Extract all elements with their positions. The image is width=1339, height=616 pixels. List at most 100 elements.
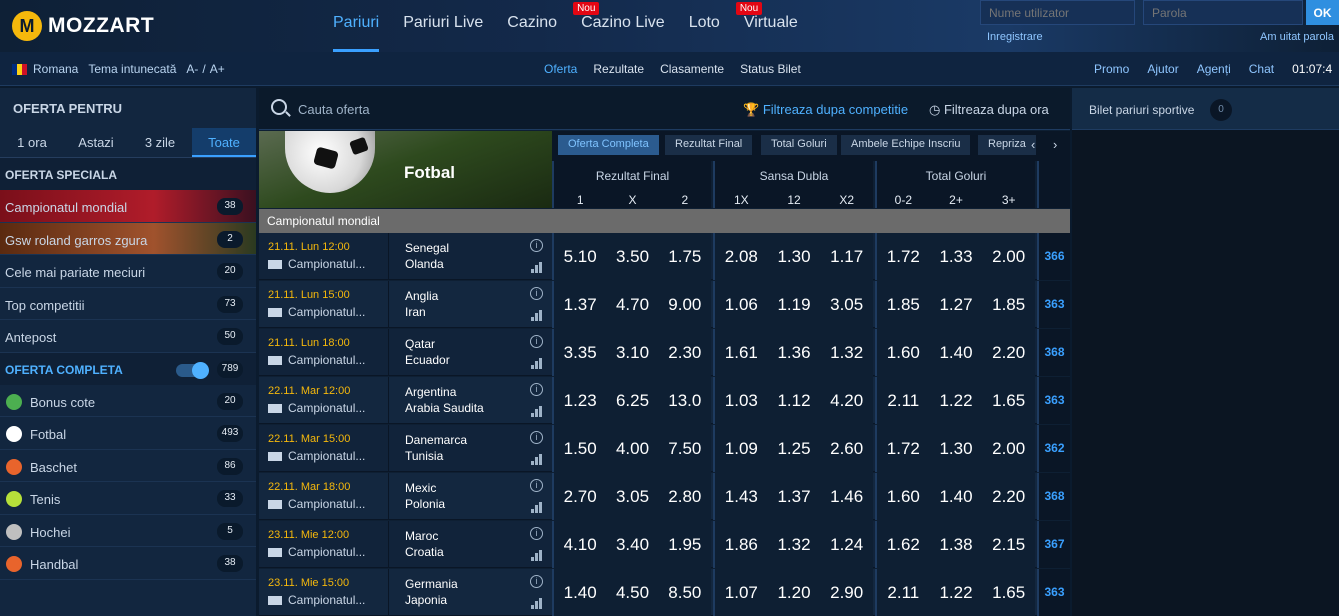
logo[interactable]: M MOZZART [12,10,154,42]
home-team[interactable]: Danemarca [405,433,467,447]
odd-button[interactable]: 6.25 [606,377,658,424]
odd-button[interactable]: 1.24 [820,521,873,568]
odd-button[interactable]: 4.20 [820,377,873,424]
sport-item[interactable]: Handbal 38 [0,547,256,580]
filter-competition-button[interactable]: 🏆 Filtreaza dupa competitie [743,102,908,118]
font-decrease-button[interactable]: A- [186,62,198,76]
odd-button[interactable]: 2.20 [982,329,1035,376]
odd-button[interactable]: 1.36 [768,329,821,376]
stats-icon[interactable] [531,597,543,609]
odd-button[interactable]: 2.90 [820,569,873,616]
nav-pariuri-live[interactable]: Pariuri Live [403,0,483,52]
odd-button[interactable]: 1.27 [930,281,983,328]
password-input[interactable] [1143,0,1303,25]
betslip-header[interactable]: Bilet pariuri sportive 0 [1072,88,1339,130]
odd-button[interactable]: 2.20 [982,473,1035,520]
nav-cazino[interactable]: Cazino [507,0,557,52]
odd-button[interactable]: 3.05 [606,473,658,520]
away-team[interactable]: Ecuador [405,353,450,367]
sport-item[interactable]: Fotbal 493 [0,417,256,450]
home-team[interactable]: Anglia [405,289,438,303]
odd-button[interactable]: 2.00 [982,233,1035,280]
away-team[interactable]: Arabia Saudita [405,401,484,415]
stats-icon[interactable] [531,453,543,465]
special-offer-item[interactable]: Gsw roland garros zgura 2 [0,222,256,255]
odd-button[interactable]: 1.20 [768,569,821,616]
odd-button[interactable]: 1.62 [877,521,930,568]
odd-button[interactable]: 8.50 [659,569,711,616]
away-team[interactable]: Croatia [405,545,444,559]
away-team[interactable]: Olanda [405,257,444,271]
odd-button[interactable]: 2.11 [877,377,930,424]
info-icon[interactable]: i [530,479,543,492]
odd-button[interactable]: 2.60 [820,425,873,472]
home-team[interactable]: Mexic [405,481,436,495]
nav-pariuri[interactable]: Pariuri [333,0,380,52]
odd-button[interactable]: 1.50 [554,425,606,472]
info-icon[interactable]: i [530,527,543,540]
odd-button[interactable]: 2.15 [982,521,1035,568]
odd-button[interactable]: 1.37 [554,281,606,328]
register-link[interactable]: Inregistrare [987,31,1043,43]
utility-3[interactable]: Chat [1249,62,1274,76]
sport-item[interactable]: Tenis 33 [0,482,256,515]
odd-button[interactable]: 1.86 [715,521,768,568]
odd-button[interactable]: 2.30 [659,329,711,376]
odd-button[interactable]: 1.65 [982,377,1035,424]
odd-button[interactable]: 1.22 [930,569,983,616]
special-offer-item[interactable]: Campionatul mondial 38 [0,190,256,223]
market-tab[interactable]: Repriza [978,135,1036,155]
chevron-right-icon[interactable]: › [1053,137,1057,152]
username-input[interactable] [980,0,1135,25]
time-tab[interactable]: 1 ora [0,128,64,157]
away-team[interactable]: Iran [405,305,426,319]
more-markets-button[interactable]: 363 [1037,569,1070,616]
odd-button[interactable]: 2.11 [877,569,930,616]
home-team[interactable]: Germania [405,577,458,591]
chevron-left-icon[interactable]: ‹ [1031,137,1035,152]
language-selector[interactable]: Romana [33,62,78,76]
odd-button[interactable]: 1.33 [930,233,983,280]
odd-button[interactable]: 1.23 [554,377,606,424]
complete-offer-toggle[interactable] [176,361,209,379]
odd-button[interactable]: 1.17 [820,233,873,280]
odd-button[interactable]: 1.22 [930,377,983,424]
odd-button[interactable]: 1.03 [715,377,768,424]
special-offer-item[interactable]: Antepost 50 [0,320,256,353]
info-icon[interactable]: i [530,575,543,588]
odd-button[interactable]: 1.38 [930,521,983,568]
away-team[interactable]: Tunisia [405,449,443,463]
odd-button[interactable]: 5.10 [554,233,606,280]
market-tab[interactable]: Ambele Echipe Inscriu [841,135,971,155]
sport-item[interactable]: Hochei 5 [0,515,256,547]
odd-button[interactable]: 1.30 [930,425,983,472]
odd-button[interactable]: 1.43 [715,473,768,520]
home-team[interactable]: Argentina [405,385,456,399]
utility-2[interactable]: Agenți [1197,62,1231,76]
odd-button[interactable]: 3.50 [606,233,658,280]
subnav-rezultate[interactable]: Rezultate [593,62,644,76]
odd-button[interactable]: 3.05 [820,281,873,328]
odd-button[interactable]: 1.72 [877,233,930,280]
time-tab[interactable]: 3 zile [128,128,192,157]
time-tab[interactable]: Toate [192,128,256,157]
info-icon[interactable]: i [530,239,543,252]
odd-button[interactable]: 1.95 [659,521,711,568]
more-markets-button[interactable]: 363 [1037,281,1070,328]
home-team[interactable]: Maroc [405,529,438,543]
odd-button[interactable]: 2.70 [554,473,606,520]
away-team[interactable]: Polonia [405,497,445,511]
sport-item[interactable]: Baschet 86 [0,450,256,482]
subnav-status-bilet[interactable]: Status Bilet [740,62,801,76]
complete-offer-header[interactable]: OFERTA COMPLETA 789 [0,352,256,385]
odd-button[interactable]: 1.12 [768,377,821,424]
info-icon[interactable]: i [530,383,543,396]
odd-button[interactable]: 1.65 [982,569,1035,616]
odd-button[interactable]: 1.19 [768,281,821,328]
stats-icon[interactable] [531,309,543,321]
odd-button[interactable]: 1.09 [715,425,768,472]
odd-button[interactable]: 2.80 [659,473,711,520]
odd-button[interactable]: 1.37 [768,473,821,520]
odd-button[interactable]: 9.00 [659,281,711,328]
special-offer-item[interactable]: Top competitii 73 [0,288,256,320]
